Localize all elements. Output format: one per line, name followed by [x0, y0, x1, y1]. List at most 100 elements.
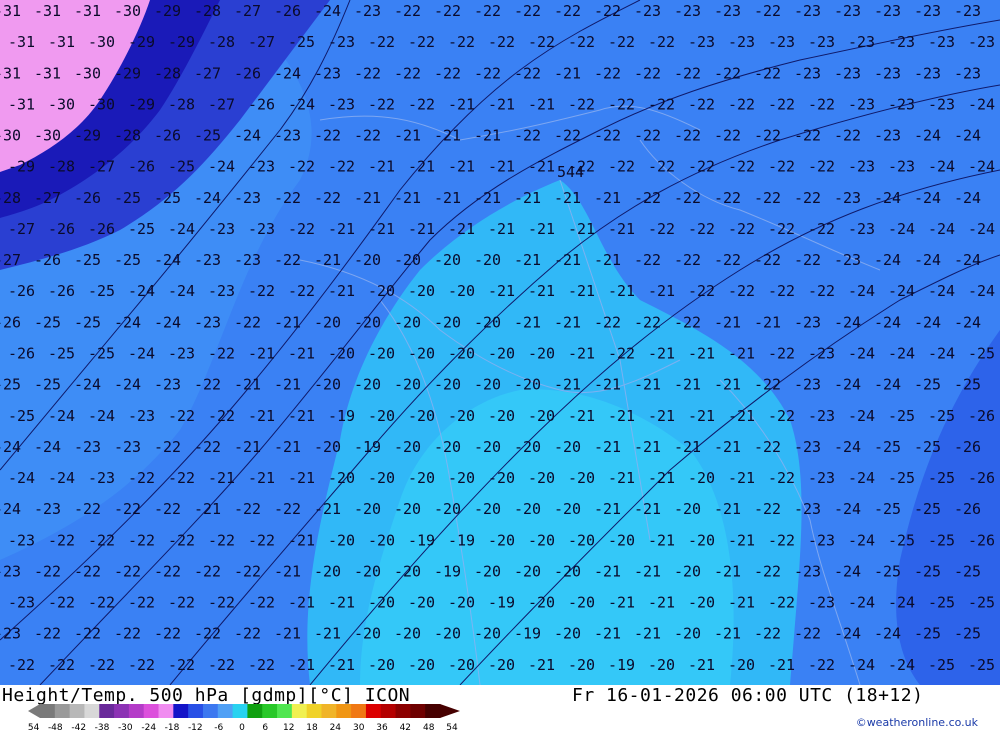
temperature-label: -31	[0, 64, 21, 82]
temperature-label: -20	[408, 594, 435, 612]
scale-cell	[69, 704, 85, 718]
scale-arrow-right	[440, 704, 460, 718]
temperature-label: -22	[608, 33, 635, 51]
temperature-label: -19	[328, 407, 355, 425]
temperature-label: -26	[954, 438, 981, 456]
temperature-label: -21	[448, 220, 475, 238]
temperature-label: -20	[488, 656, 515, 674]
temperature-label: -21	[714, 500, 741, 518]
temperature-label: -21	[688, 656, 715, 674]
temperature-label: -26	[8, 282, 35, 300]
scale-cell	[306, 704, 322, 718]
temperature-label: -22	[794, 625, 821, 643]
temperature-label: -22	[754, 2, 781, 20]
scale-tick-label: -12	[188, 723, 203, 732]
temperature-label: -25	[34, 313, 61, 331]
temperature-label: -22	[674, 64, 701, 82]
temperature-label: -21	[314, 251, 341, 269]
temperature-label: -22	[368, 33, 395, 51]
temperature-label: -23	[954, 64, 981, 82]
temperature-label: -21	[514, 251, 541, 269]
temperature-label: -22	[648, 95, 675, 113]
scale-cell	[173, 704, 189, 718]
temperature-label: -21	[554, 251, 581, 269]
credit-link[interactable]: ©weatheronline.co.uk	[856, 716, 978, 729]
weather-map: -31-31-31-30-29-28-27-26-24-23-22-22-22-…	[0, 0, 1000, 685]
temperature-label: -22	[234, 625, 261, 643]
temperature-label: -27	[234, 2, 261, 20]
temperature-label: -22	[768, 345, 795, 363]
temperature-label: -22	[674, 251, 701, 269]
temperature-label: -23	[728, 33, 755, 51]
temperature-label: -24	[168, 220, 195, 238]
temperature-label: -23	[888, 95, 915, 113]
temperature-label: -23	[8, 594, 35, 612]
temperature-label: -20	[528, 407, 555, 425]
temperature-label: -23	[794, 438, 821, 456]
scale-tick-label: -30	[118, 723, 133, 732]
temperature-label: -21	[728, 594, 755, 612]
temperature-label: -21	[554, 64, 581, 82]
temperature-label: -23	[848, 95, 875, 113]
scale-tick-label: -6	[214, 723, 223, 732]
temperature-label: -20	[514, 376, 541, 394]
temperature-label: -20	[354, 563, 381, 581]
temperature-label: -21	[594, 438, 621, 456]
temperature-label: -22	[768, 531, 795, 549]
temperature-label: -23	[208, 220, 235, 238]
temperature-label: -22	[168, 531, 195, 549]
temperature-label: -20	[408, 656, 435, 674]
temperature-label: -21	[754, 313, 781, 331]
temperature-label: -22	[154, 625, 181, 643]
temperature-label: -21	[288, 345, 315, 363]
temperature-label: -26	[128, 158, 155, 176]
scale-tick-label: 30	[353, 723, 365, 732]
temperature-label: -20	[514, 563, 541, 581]
temperature-label: -20	[528, 469, 555, 487]
temperature-label: -21	[474, 127, 501, 145]
temperature-label: -24	[954, 189, 981, 207]
scale-cell	[321, 704, 337, 718]
temperature-label: -25	[968, 345, 995, 363]
temperature-label: -21	[328, 656, 355, 674]
temperature-label: -23	[914, 64, 941, 82]
scale-cell	[99, 704, 115, 718]
temperature-label: -30	[88, 95, 115, 113]
temperature-label: -20	[408, 282, 435, 300]
temperature-label: -22	[768, 282, 795, 300]
scale-tick-label: 54	[446, 723, 458, 732]
temperature-label: -21	[634, 625, 661, 643]
temperature-label: -25	[74, 313, 101, 331]
temperature-label: -23	[274, 127, 301, 145]
temperature-label: -28	[48, 158, 75, 176]
temperature-label: -29	[128, 95, 155, 113]
temperature-label: -24	[234, 127, 261, 145]
temperature-label: -24	[954, 313, 981, 331]
temperature-label: -22	[714, 189, 741, 207]
temperature-label: -23	[248, 158, 275, 176]
temperature-label: -22	[208, 656, 235, 674]
scale-cell	[217, 704, 234, 718]
temperature-label: -19	[408, 531, 435, 549]
temperature-label: -22	[368, 95, 395, 113]
temperature-label: -30	[114, 2, 141, 20]
temperature-label: -31	[74, 2, 101, 20]
temperature-label: -23	[834, 64, 861, 82]
temperature-label: -20	[354, 251, 381, 269]
temperature-label: -20	[488, 345, 515, 363]
temperature-label: -26	[88, 220, 115, 238]
temperature-label: -21	[568, 407, 595, 425]
temperature-label: -20	[528, 531, 555, 549]
temperature-label: -22	[194, 376, 221, 394]
temperature-label: -30	[48, 95, 75, 113]
temperature-label: -21	[728, 345, 755, 363]
temperature-label: -25	[34, 376, 61, 394]
temperature-label: -22	[528, 33, 555, 51]
temperature-label: -22	[114, 563, 141, 581]
temperature-label: -22	[208, 594, 235, 612]
temperature-label: -23	[848, 158, 875, 176]
temperature-label: -21	[394, 127, 421, 145]
temperature-label: -22	[728, 158, 755, 176]
temperature-label: -24	[8, 469, 35, 487]
temperature-label: -22	[608, 345, 635, 363]
